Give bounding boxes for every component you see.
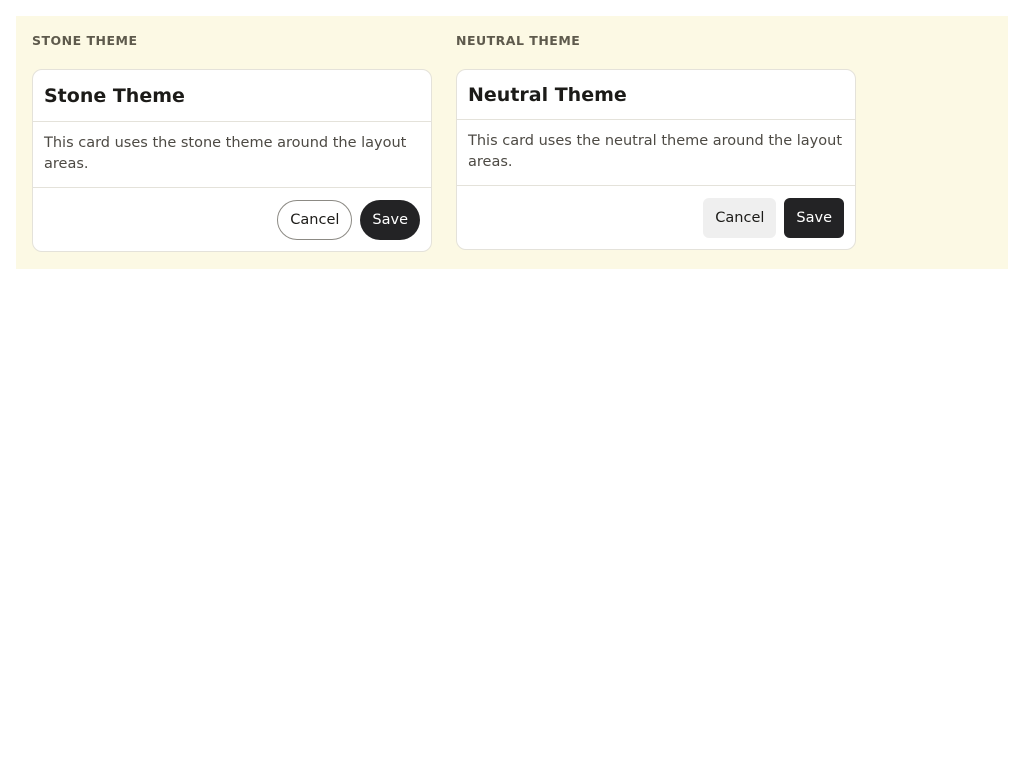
card-title: Stone Theme bbox=[44, 84, 185, 107]
card-header: Stone Theme bbox=[33, 70, 431, 122]
card-footer: Cancel Save bbox=[457, 186, 855, 249]
section-label-stone: STONE THEME bbox=[32, 33, 138, 48]
save-button[interactable]: Save bbox=[784, 197, 844, 238]
neutral-theme-card: Neutral Theme This card uses the neutral… bbox=[456, 69, 856, 250]
card-body-text: This card uses the stone theme around th… bbox=[33, 122, 431, 188]
cancel-button[interactable]: Cancel bbox=[703, 197, 777, 238]
cancel-button[interactable]: Cancel bbox=[277, 199, 353, 240]
theme-preview-panel: STONE THEME Stone Theme This card uses t… bbox=[16, 16, 1008, 269]
card-title: Neutral Theme bbox=[468, 83, 627, 106]
card-header: Neutral Theme bbox=[457, 70, 855, 120]
save-button[interactable]: Save bbox=[360, 199, 420, 240]
section-label-neutral: NEUTRAL THEME bbox=[456, 33, 581, 48]
stone-theme-card: Stone Theme This card uses the stone the… bbox=[32, 69, 432, 252]
card-body-text: This card uses the neutral theme around … bbox=[457, 120, 855, 186]
card-footer: Cancel Save bbox=[33, 188, 431, 251]
